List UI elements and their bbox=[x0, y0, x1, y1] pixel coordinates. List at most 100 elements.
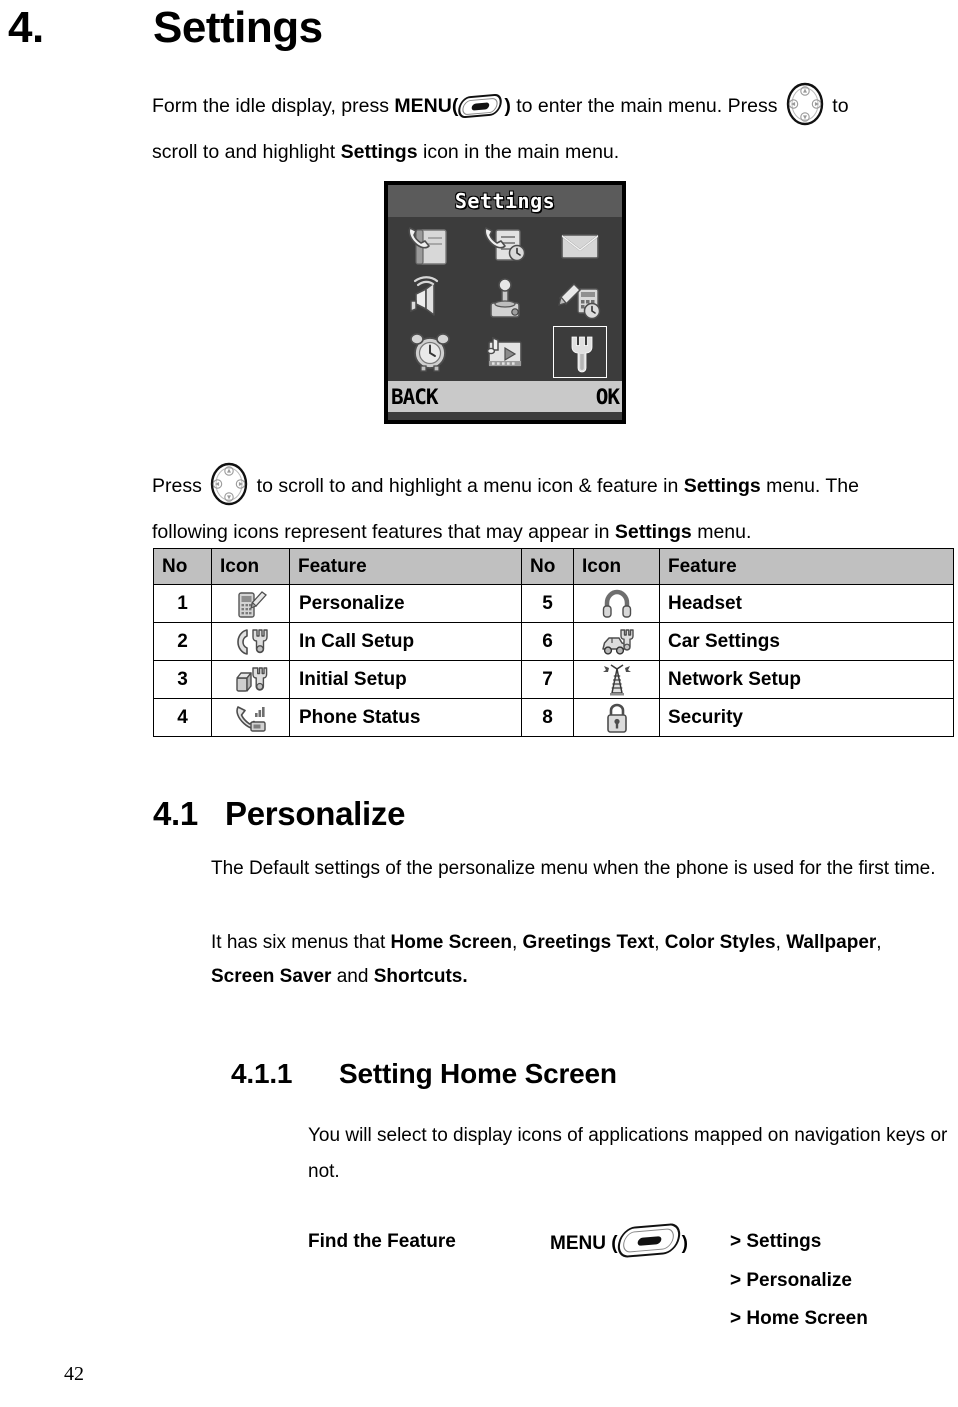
intro-line2-text-2: icon in the main menu. bbox=[417, 141, 620, 163]
cell-icon bbox=[211, 622, 290, 661]
menu-key-icon bbox=[456, 93, 505, 119]
cell-no: 6 bbox=[521, 622, 574, 661]
find-feature-menu-key: MENU ( ) bbox=[550, 1222, 730, 1259]
cell-feature: Initial Setup bbox=[289, 660, 522, 699]
section-title-4-1: Personalize bbox=[225, 795, 406, 832]
cell-no: 5 bbox=[521, 584, 574, 623]
menu-cell-office-tools[interactable] bbox=[543, 272, 618, 325]
press-line2-bold: Settings bbox=[614, 521, 692, 543]
phone-screen-title: Settings bbox=[454, 189, 556, 213]
cell-no: 7 bbox=[521, 660, 574, 699]
press-line2-text-2: menu. bbox=[691, 521, 752, 543]
alarm-clock-icon bbox=[409, 333, 450, 372]
menu-cell-messages[interactable] bbox=[543, 219, 618, 272]
press-bold-1: Settings bbox=[683, 475, 761, 497]
settings-features-table: No Icon Feature No Icon Feature 1 Person… bbox=[153, 548, 954, 737]
find-the-feature-label: Find the Feature bbox=[308, 1231, 456, 1252]
page-title: Settings bbox=[153, 3, 323, 52]
menu-key-label: MENU bbox=[550, 1233, 606, 1254]
settings-wrench-icon bbox=[571, 336, 593, 373]
find-feature-row-1: Find the Feature MENU ( ) > Settings bbox=[308, 1222, 948, 1262]
section-4-1-1-paragraph: You will select to display icons of appl… bbox=[308, 1125, 948, 1182]
menu-name-greetings-text: Greetings Text bbox=[522, 932, 655, 953]
chapter-heading: 4. Settings bbox=[8, 2, 948, 54]
phone-screen-softkey-bar: BACK OK bbox=[388, 381, 622, 412]
office-tools-icon bbox=[558, 282, 601, 320]
paren-open: ( bbox=[451, 95, 459, 117]
navigation-key-icon-2 bbox=[209, 462, 249, 506]
messages-icon bbox=[561, 233, 600, 259]
softkey-ok[interactable]: OK bbox=[596, 385, 620, 409]
cell-icon bbox=[211, 698, 290, 737]
cell-feature: Personalize bbox=[289, 584, 522, 623]
car-settings-icon bbox=[601, 628, 634, 655]
paren-open-2: ( bbox=[611, 1233, 618, 1254]
menu-key-icon-2 bbox=[614, 1222, 683, 1259]
intro-line2-bold: Settings bbox=[340, 141, 418, 163]
section-heading-4-1: 4.1 Personalize bbox=[153, 795, 405, 833]
intro-paragraph: Form the idle display, press MENU( ) to … bbox=[152, 82, 952, 175]
section-number-4-1-1: 4.1.1 bbox=[231, 1058, 293, 1089]
multimedia-icon bbox=[486, 337, 522, 368]
chapter-number: 4. bbox=[8, 3, 44, 52]
find-feature-path-home-screen: > Home Screen bbox=[730, 1308, 868, 1329]
intro-line2-text-1: scroll to and highlight bbox=[152, 141, 341, 163]
menu-cell-ring-styles[interactable] bbox=[392, 272, 467, 325]
phone-status-icon bbox=[235, 705, 266, 732]
personalize-icon bbox=[237, 590, 267, 618]
find-the-feature-block: Find the Feature MENU ( ) > Settings > P… bbox=[308, 1222, 948, 1338]
cell-feature: Security bbox=[659, 698, 954, 737]
find-feature-path-settings: > Settings bbox=[730, 1231, 822, 1252]
menu-cell-settings[interactable] bbox=[543, 326, 618, 379]
press-text-2: to scroll to and highlight a menu icon &… bbox=[251, 475, 684, 497]
phone-screen-mockup: Settings BACK OK bbox=[384, 181, 626, 424]
menu-name-color-styles: Color Styles bbox=[664, 932, 776, 953]
menu-cell-alarm-clock[interactable] bbox=[392, 326, 467, 379]
cell-feature: Car Settings bbox=[659, 622, 954, 661]
table-row: 3 Initial Setup 7 Network Setup bbox=[153, 660, 954, 699]
initial-setup-icon bbox=[235, 666, 267, 692]
cell-icon bbox=[211, 660, 290, 699]
cell-feature: Headset bbox=[659, 584, 954, 623]
table-row: 1 Personalize 5 Headset bbox=[153, 584, 954, 623]
cell-icon bbox=[211, 584, 290, 623]
menu-name-home-screen: Home Screen bbox=[390, 932, 512, 953]
section-4-1-paragraph-1: The Default settings of the personalize … bbox=[211, 858, 936, 879]
menu-name-screen-saver: Screen Saver bbox=[211, 966, 332, 987]
cell-icon bbox=[573, 584, 660, 623]
intro-text-2: to enter the main menu. Press bbox=[510, 95, 783, 117]
headset-icon bbox=[602, 589, 631, 618]
page-number: 42 bbox=[64, 1363, 84, 1385]
menu-cell-recent-calls[interactable] bbox=[467, 219, 542, 272]
intro-text-3: to bbox=[826, 95, 849, 117]
menus-prefix: It has six menus that bbox=[211, 932, 391, 953]
press-text-1: Press bbox=[152, 475, 208, 497]
press-line2-text-1: following icons represent features that … bbox=[152, 521, 615, 543]
navigation-key-icon bbox=[785, 82, 825, 126]
menu-cell-phonebook[interactable] bbox=[392, 219, 467, 272]
menu-name-shortcuts: Shortcuts. bbox=[373, 966, 468, 987]
table-row: 4 Phone Status 8 Security bbox=[153, 698, 954, 737]
cell-feature: In Call Setup bbox=[289, 622, 522, 661]
cell-icon bbox=[573, 622, 660, 661]
menus-and: and bbox=[331, 966, 374, 987]
menu-cell-games[interactable] bbox=[467, 272, 542, 325]
intro-text-1: Form the idle display, press bbox=[152, 95, 395, 117]
cell-feature: Network Setup bbox=[659, 660, 954, 699]
games-icon bbox=[490, 278, 520, 318]
cell-no: 8 bbox=[521, 698, 574, 737]
ring-styles-icon bbox=[409, 276, 438, 316]
header-icon-right: Icon bbox=[573, 548, 660, 585]
menu-name-wallpaper: Wallpaper bbox=[786, 932, 877, 953]
softkey-back[interactable]: BACK bbox=[391, 385, 439, 409]
cell-no: 3 bbox=[153, 660, 212, 699]
cell-no: 1 bbox=[153, 584, 212, 623]
find-feature-path-personalize: > Personalize bbox=[730, 1270, 852, 1291]
table-header-row: No Icon Feature No Icon Feature bbox=[153, 548, 954, 585]
menu-cell-multimedia[interactable] bbox=[467, 326, 542, 379]
phone-screen-titlebar: Settings bbox=[388, 185, 622, 217]
in-call-setup-icon bbox=[236, 628, 268, 655]
cell-icon bbox=[573, 698, 660, 737]
cell-feature: Phone Status bbox=[289, 698, 522, 737]
press-text-3: menu. The bbox=[760, 475, 859, 497]
